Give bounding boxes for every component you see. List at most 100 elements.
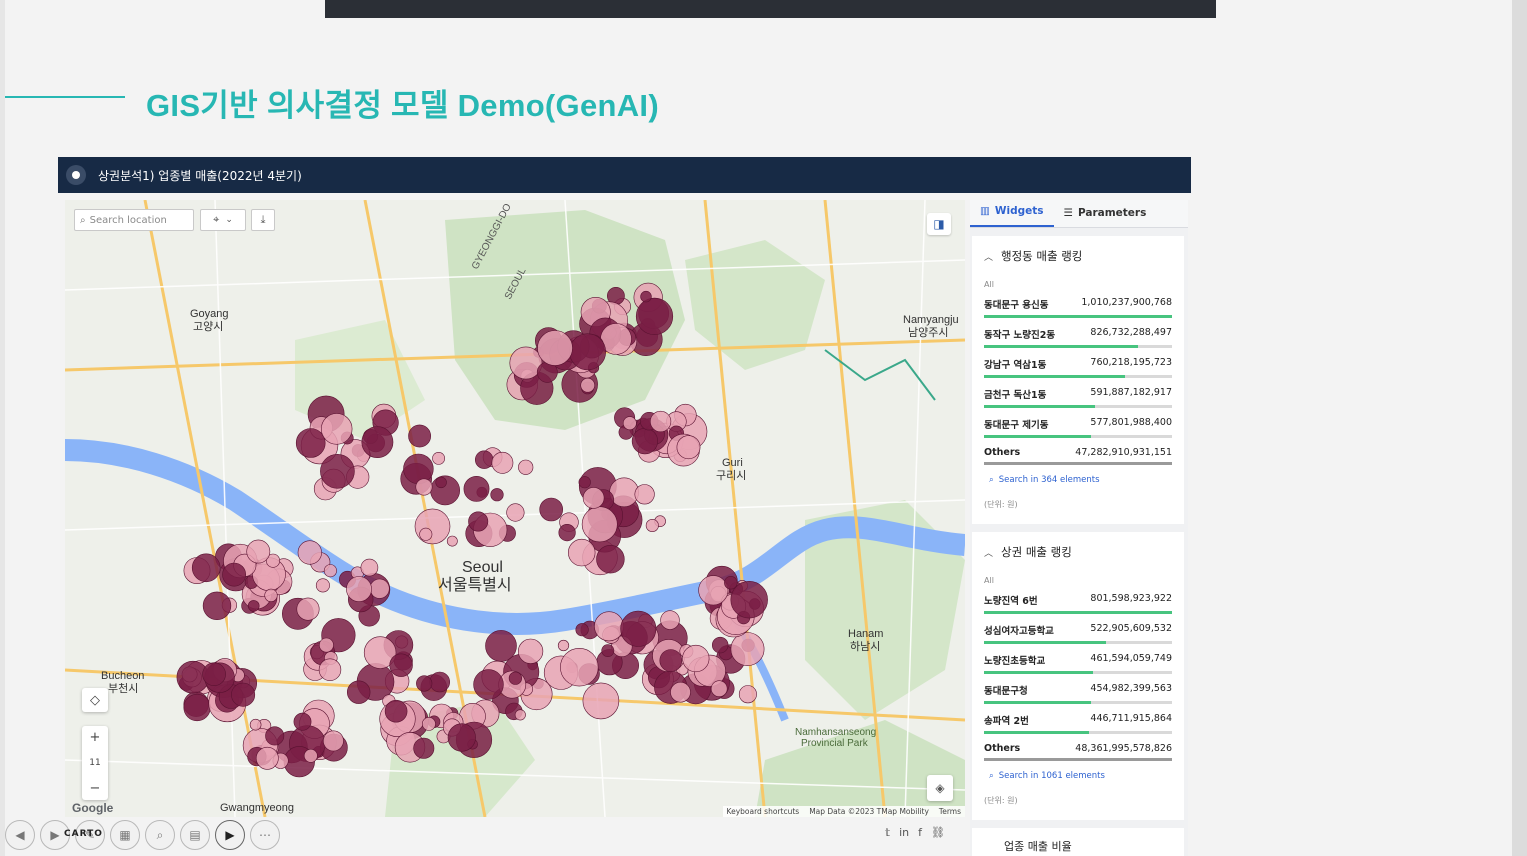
sales-bubble[interactable] xyxy=(711,636,729,654)
sales-bubble[interactable] xyxy=(580,377,596,393)
sales-bubble[interactable] xyxy=(596,545,625,574)
sales-bubble[interactable] xyxy=(569,333,606,371)
sales-bubble[interactable] xyxy=(670,681,691,703)
sales-bubble[interactable] xyxy=(296,597,320,621)
sales-bubble[interactable] xyxy=(360,558,379,577)
draw-tool-dropdown[interactable]: ⌖ ⌄ xyxy=(200,209,246,231)
linkedin-icon[interactable]: in xyxy=(899,826,909,839)
sales-bubble[interactable] xyxy=(295,428,326,458)
sales-bubble[interactable] xyxy=(468,511,489,532)
terms-link[interactable]: Terms xyxy=(939,807,961,816)
sales-bubble[interactable] xyxy=(202,662,226,687)
ranking-row-others[interactable]: Others 47,282,910,931,151 xyxy=(984,447,1172,465)
widget-header[interactable]: ︿ 행정동 매출 랭킹 xyxy=(984,248,1172,264)
sales-bubble[interactable] xyxy=(369,578,390,599)
sales-bubble[interactable] xyxy=(416,675,433,692)
sales-bubble[interactable] xyxy=(539,497,564,522)
sales-bubble[interactable] xyxy=(649,410,672,433)
sales-bubble[interactable] xyxy=(403,453,434,485)
sales-bubble[interactable] xyxy=(432,451,445,465)
sales-bubble[interactable] xyxy=(247,600,260,612)
sales-bubble[interactable] xyxy=(246,539,271,564)
sales-bubble[interactable] xyxy=(318,658,342,681)
sales-bubble[interactable] xyxy=(738,685,757,704)
sales-bubble[interactable] xyxy=(558,524,576,542)
sales-bubble[interactable] xyxy=(255,746,279,770)
zoom-button[interactable]: ⌕ xyxy=(145,820,175,850)
sales-bubble[interactable] xyxy=(660,610,680,630)
sales-bubble[interactable] xyxy=(414,508,451,545)
sales-bubble[interactable] xyxy=(537,330,573,366)
sales-bubble[interactable] xyxy=(506,503,525,522)
location-search-input[interactable]: ⌕ Search location xyxy=(74,209,194,231)
sales-bubble[interactable] xyxy=(222,562,247,587)
sales-bubble[interactable] xyxy=(609,477,639,508)
sales-bubble[interactable] xyxy=(475,450,494,469)
sales-bubble[interactable] xyxy=(361,426,394,459)
ranking-row[interactable]: 동대문구청 454,982,399,563 xyxy=(984,683,1172,704)
chevron-up-icon[interactable]: ︿ xyxy=(984,546,993,559)
search-elements-link[interactable]: ⌕ Search in 364 elements xyxy=(984,475,1172,485)
link-icon[interactable]: ⛓ xyxy=(931,826,945,839)
sales-bubble[interactable] xyxy=(347,680,371,704)
sales-bubble[interactable] xyxy=(264,588,278,603)
slides-button[interactable]: ▦ xyxy=(110,820,140,850)
ranking-row-others[interactable]: Others 48,361,995,578,826 xyxy=(984,743,1172,761)
sales-bubble[interactable] xyxy=(421,717,436,731)
sales-bubble[interactable] xyxy=(183,693,211,722)
subtitles-button[interactable]: ▤ xyxy=(180,820,210,850)
sales-bubble[interactable] xyxy=(620,610,657,647)
ranking-row[interactable]: 노량진역 6번 801,598,923,922 xyxy=(984,593,1172,614)
sales-bubble[interactable] xyxy=(560,648,599,687)
sales-bubble[interactable] xyxy=(415,478,433,496)
camera-button[interactable]: ▶ xyxy=(215,820,245,850)
sales-bubble[interactable] xyxy=(568,538,596,567)
sales-bubble[interactable] xyxy=(581,506,618,543)
sales-bubble[interactable] xyxy=(490,488,504,502)
ranking-row[interactable]: 강남구 역삼1동 760,218,195,723 xyxy=(984,357,1172,378)
sales-bubble[interactable] xyxy=(249,718,262,731)
sales-bubble[interactable] xyxy=(322,730,344,752)
sales-bubble[interactable] xyxy=(320,453,355,489)
sales-bubble[interactable] xyxy=(389,653,413,677)
sales-bubble[interactable] xyxy=(297,540,322,565)
sales-bubble[interactable] xyxy=(508,671,523,685)
ranking-row[interactable]: 금천구 독산1동 591,887,182,917 xyxy=(984,387,1172,408)
more-options-button[interactable]: ⋯ xyxy=(250,820,280,850)
ranking-row[interactable]: 노량진초등학교 461,594,059,749 xyxy=(984,653,1172,674)
sales-bubble[interactable] xyxy=(413,737,435,759)
download-button[interactable]: ⤓ xyxy=(251,209,275,231)
tab-widgets[interactable]: ▥ Widgets xyxy=(970,205,1054,227)
sales-bubble[interactable] xyxy=(346,576,372,603)
zoom-in-button[interactable]: + xyxy=(90,730,101,745)
tab-parameters[interactable]: ☰ Parameters xyxy=(1054,207,1157,227)
sales-bubble[interactable] xyxy=(315,578,330,593)
sales-bubble[interactable] xyxy=(730,581,768,619)
sales-bubble[interactable] xyxy=(293,712,312,731)
sales-bubble[interactable] xyxy=(724,576,738,590)
map-view[interactable]: Seoul 서울특별시 Goyang 고양시 Guri 구리시 Hanam 하남… xyxy=(65,200,965,817)
sales-bubble[interactable] xyxy=(682,644,710,673)
sales-bubble[interactable] xyxy=(582,682,620,720)
sales-bubble[interactable] xyxy=(698,575,729,606)
sales-bubble[interactable] xyxy=(429,671,451,693)
ranking-row[interactable]: 동작구 노량진2동 826,732,288,497 xyxy=(984,327,1172,348)
ranking-row[interactable]: 동대문구 제기동 577,801,988,400 xyxy=(984,417,1172,438)
twitter-icon[interactable]: 𝕥 xyxy=(885,826,890,839)
ranking-row[interactable]: 동대문구 용신동 1,010,237,900,768 xyxy=(984,297,1172,318)
sales-bubble[interactable] xyxy=(231,682,256,707)
sales-bubble[interactable] xyxy=(676,435,701,460)
sales-bubble[interactable] xyxy=(318,637,334,653)
sales-bubble[interactable] xyxy=(601,644,615,657)
ranking-row[interactable]: 송파역 2번 446,711,915,864 xyxy=(984,713,1172,734)
sales-bubble[interactable] xyxy=(557,639,570,652)
category-ratio-widget-header[interactable]: 업종 매출 비율 xyxy=(972,828,1184,856)
sales-bubble[interactable] xyxy=(640,290,652,303)
sales-bubble[interactable] xyxy=(323,564,337,578)
sales-bubble[interactable] xyxy=(710,680,728,698)
sales-bubble[interactable] xyxy=(622,416,637,431)
keyboard-shortcuts-link[interactable]: Keyboard shortcuts xyxy=(727,807,800,816)
sales-bubble[interactable] xyxy=(303,748,318,763)
sales-bubble[interactable] xyxy=(265,726,285,746)
sales-bubble[interactable] xyxy=(730,632,765,667)
